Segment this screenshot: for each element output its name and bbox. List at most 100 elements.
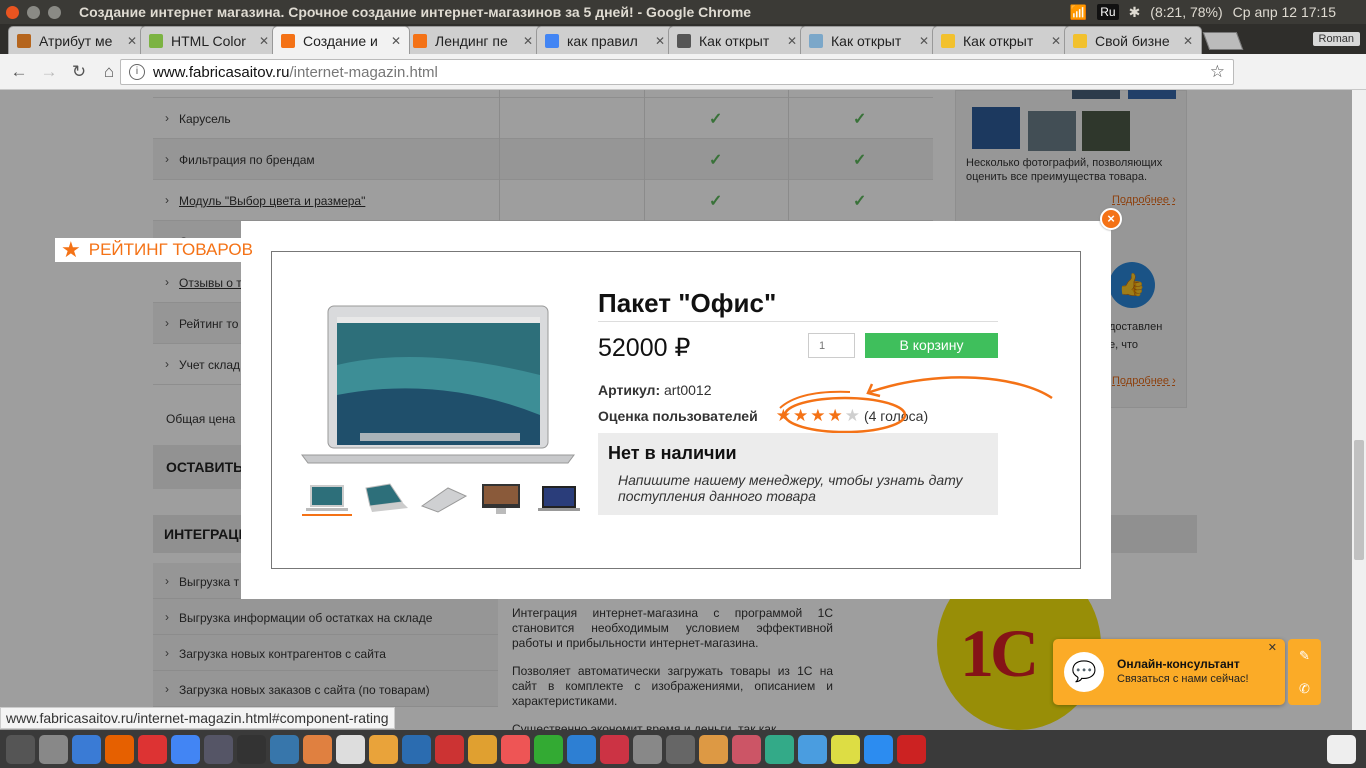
tab[interactable]: Как открыт ✕	[668, 26, 806, 54]
dock-app-icon[interactable]	[765, 734, 794, 764]
tab[interactable]: Как открыт ✕	[800, 26, 938, 54]
status-bar-url: www.fabricasaitov.ru/internet-magazin.ht…	[0, 707, 395, 729]
profile-button[interactable]: Roman	[1312, 32, 1360, 46]
forward-icon[interactable]: →	[34, 62, 64, 82]
tab-label: Атрибут ме	[39, 32, 113, 49]
favicon-icon	[809, 33, 823, 48]
clock[interactable]: Ср апр 12 17:15	[1233, 4, 1336, 20]
close-tab-icon[interactable]: ✕	[1051, 34, 1061, 48]
thumbnail[interactable]	[360, 482, 410, 516]
close-tab-icon[interactable]: ✕	[391, 34, 401, 48]
dock-app-icon[interactable]	[699, 734, 728, 764]
sku-value: art0012	[664, 382, 712, 398]
new-tab-button[interactable]	[1202, 32, 1244, 50]
modal-legend: ★ РЕЙТИНГ ТОВАРОВ	[55, 238, 265, 262]
product-thumbnails	[302, 482, 584, 516]
tab[interactable]: Как открыт ✕	[932, 26, 1070, 54]
bookmark-star-icon[interactable]: ☆	[1210, 62, 1225, 82]
product-image[interactable]	[300, 305, 576, 465]
dock-app-icon[interactable]	[402, 734, 431, 764]
tab-label: как правил	[567, 32, 638, 49]
tab[interactable]: Свой бизне ✕	[1064, 26, 1202, 54]
wifi-icon[interactable]: 📶	[1070, 4, 1087, 21]
thumbnail[interactable]	[418, 482, 468, 516]
close-window-button[interactable]	[6, 5, 19, 19]
thumbnail[interactable]	[534, 482, 584, 516]
chat-subtitle: Связаться с нами сейчас!	[1117, 673, 1249, 685]
close-tab-icon[interactable]: ✕	[655, 34, 665, 48]
tab[interactable]: Атрибут ме ✕	[8, 26, 146, 54]
bluetooth-icon[interactable]: ✱	[1129, 4, 1141, 21]
favicon-icon	[677, 33, 691, 48]
dock-app-icon[interactable]	[105, 734, 134, 764]
close-tab-icon[interactable]: ✕	[127, 34, 137, 48]
dock-app-icon[interactable]	[435, 734, 464, 764]
dock-app-icon[interactable]	[567, 734, 596, 764]
dock-app-icon[interactable]	[138, 734, 167, 764]
dock-app-icon[interactable]	[336, 734, 365, 764]
address-bar[interactable]: i www.fabricasaitov.ru /internet-magazin…	[120, 59, 1234, 85]
phone-icon[interactable]: ✆	[1288, 672, 1321, 705]
favicon-icon	[545, 33, 559, 48]
tab-label: Как открыт	[699, 32, 770, 49]
dock-app-icon[interactable]	[237, 734, 266, 764]
close-modal-button[interactable]: ×	[1100, 208, 1122, 230]
dock-app-icon[interactable]	[600, 734, 629, 764]
scrollbar[interactable]	[1352, 90, 1366, 730]
reload-icon[interactable]: ↻	[64, 62, 94, 82]
tab[interactable]: Лендинг пе ✕	[404, 26, 542, 54]
dock-app-icon[interactable]	[732, 734, 761, 764]
close-chat-icon[interactable]: ✕	[1268, 641, 1277, 654]
thumbnail[interactable]	[476, 482, 526, 516]
thumbnail[interactable]	[302, 482, 352, 516]
title-bar: Создание интернет магазина. Срочное созд…	[0, 0, 1366, 24]
close-tab-icon[interactable]: ✕	[787, 34, 797, 48]
minimize-window-button[interactable]	[27, 5, 40, 19]
dock-app-icon[interactable]	[501, 734, 530, 764]
add-to-cart-button[interactable]: В корзину	[865, 333, 998, 358]
dock-app-icon[interactable]	[270, 734, 299, 764]
dock-app-icon[interactable]	[831, 734, 860, 764]
dock-app-icon[interactable]	[72, 734, 101, 764]
quantity-input[interactable]	[808, 333, 855, 358]
dock-app-icon[interactable]	[303, 734, 332, 764]
scrollbar-thumb[interactable]	[1354, 440, 1364, 560]
tab-label: Как открыт	[963, 32, 1034, 49]
close-tab-icon[interactable]: ✕	[1183, 34, 1193, 48]
dock-app-icon[interactable]	[369, 734, 398, 764]
dock-app-icon[interactable]	[534, 734, 563, 764]
dock-app-icon[interactable]	[204, 734, 233, 764]
dock-app-icon[interactable]	[171, 734, 200, 764]
tab[interactable]: HTML Color ✕	[140, 26, 278, 54]
online-consultant-widget[interactable]: 💬 Онлайн-консультант Связаться с нами се…	[1053, 639, 1285, 705]
dock-app-icon[interactable]	[39, 734, 68, 764]
tab-label: Создание и	[303, 32, 378, 49]
window-title: Создание интернет магазина. Срочное созд…	[79, 4, 752, 20]
tab[interactable]: как правил ✕	[536, 26, 674, 54]
keyboard-layout[interactable]: Ru	[1097, 4, 1119, 20]
trash-icon[interactable]	[1327, 734, 1356, 764]
dock-app-icon[interactable]	[798, 734, 827, 764]
info-icon[interactable]: i	[129, 64, 145, 80]
dock-app-icon[interactable]	[864, 734, 893, 764]
close-tab-icon[interactable]: ✕	[919, 34, 929, 48]
close-tab-icon[interactable]: ✕	[523, 34, 533, 48]
battery-indicator[interactable]: (8:21, 78%)	[1150, 4, 1222, 20]
dock-app-icon[interactable]	[633, 734, 662, 764]
dock-app-icon[interactable]	[897, 734, 926, 764]
chat-title: Онлайн-консультант	[1117, 657, 1240, 671]
tab[interactable]: Создание и ✕	[272, 26, 410, 54]
tab-label: HTML Color	[171, 32, 246, 49]
favicon-icon	[413, 33, 427, 48]
edit-message-icon[interactable]: ✎	[1288, 639, 1321, 672]
back-icon[interactable]: ←	[4, 62, 34, 82]
favicon-icon	[941, 33, 955, 48]
sku-line: Артикул: art0012	[598, 382, 711, 398]
dock-app-icon[interactable]	[6, 734, 35, 764]
close-tab-icon[interactable]: ✕	[259, 34, 269, 48]
out-of-stock-box: Нет в наличии Напишите нашему менеджеру,…	[598, 433, 998, 515]
maximize-window-button[interactable]	[48, 5, 61, 19]
dock-app-icon[interactable]	[666, 734, 695, 764]
dock-app-icon[interactable]	[468, 734, 497, 764]
tab-strip: Атрибут ме ✕ HTML Color ✕ Создание и ✕ Лендинг…	[0, 24, 1366, 54]
